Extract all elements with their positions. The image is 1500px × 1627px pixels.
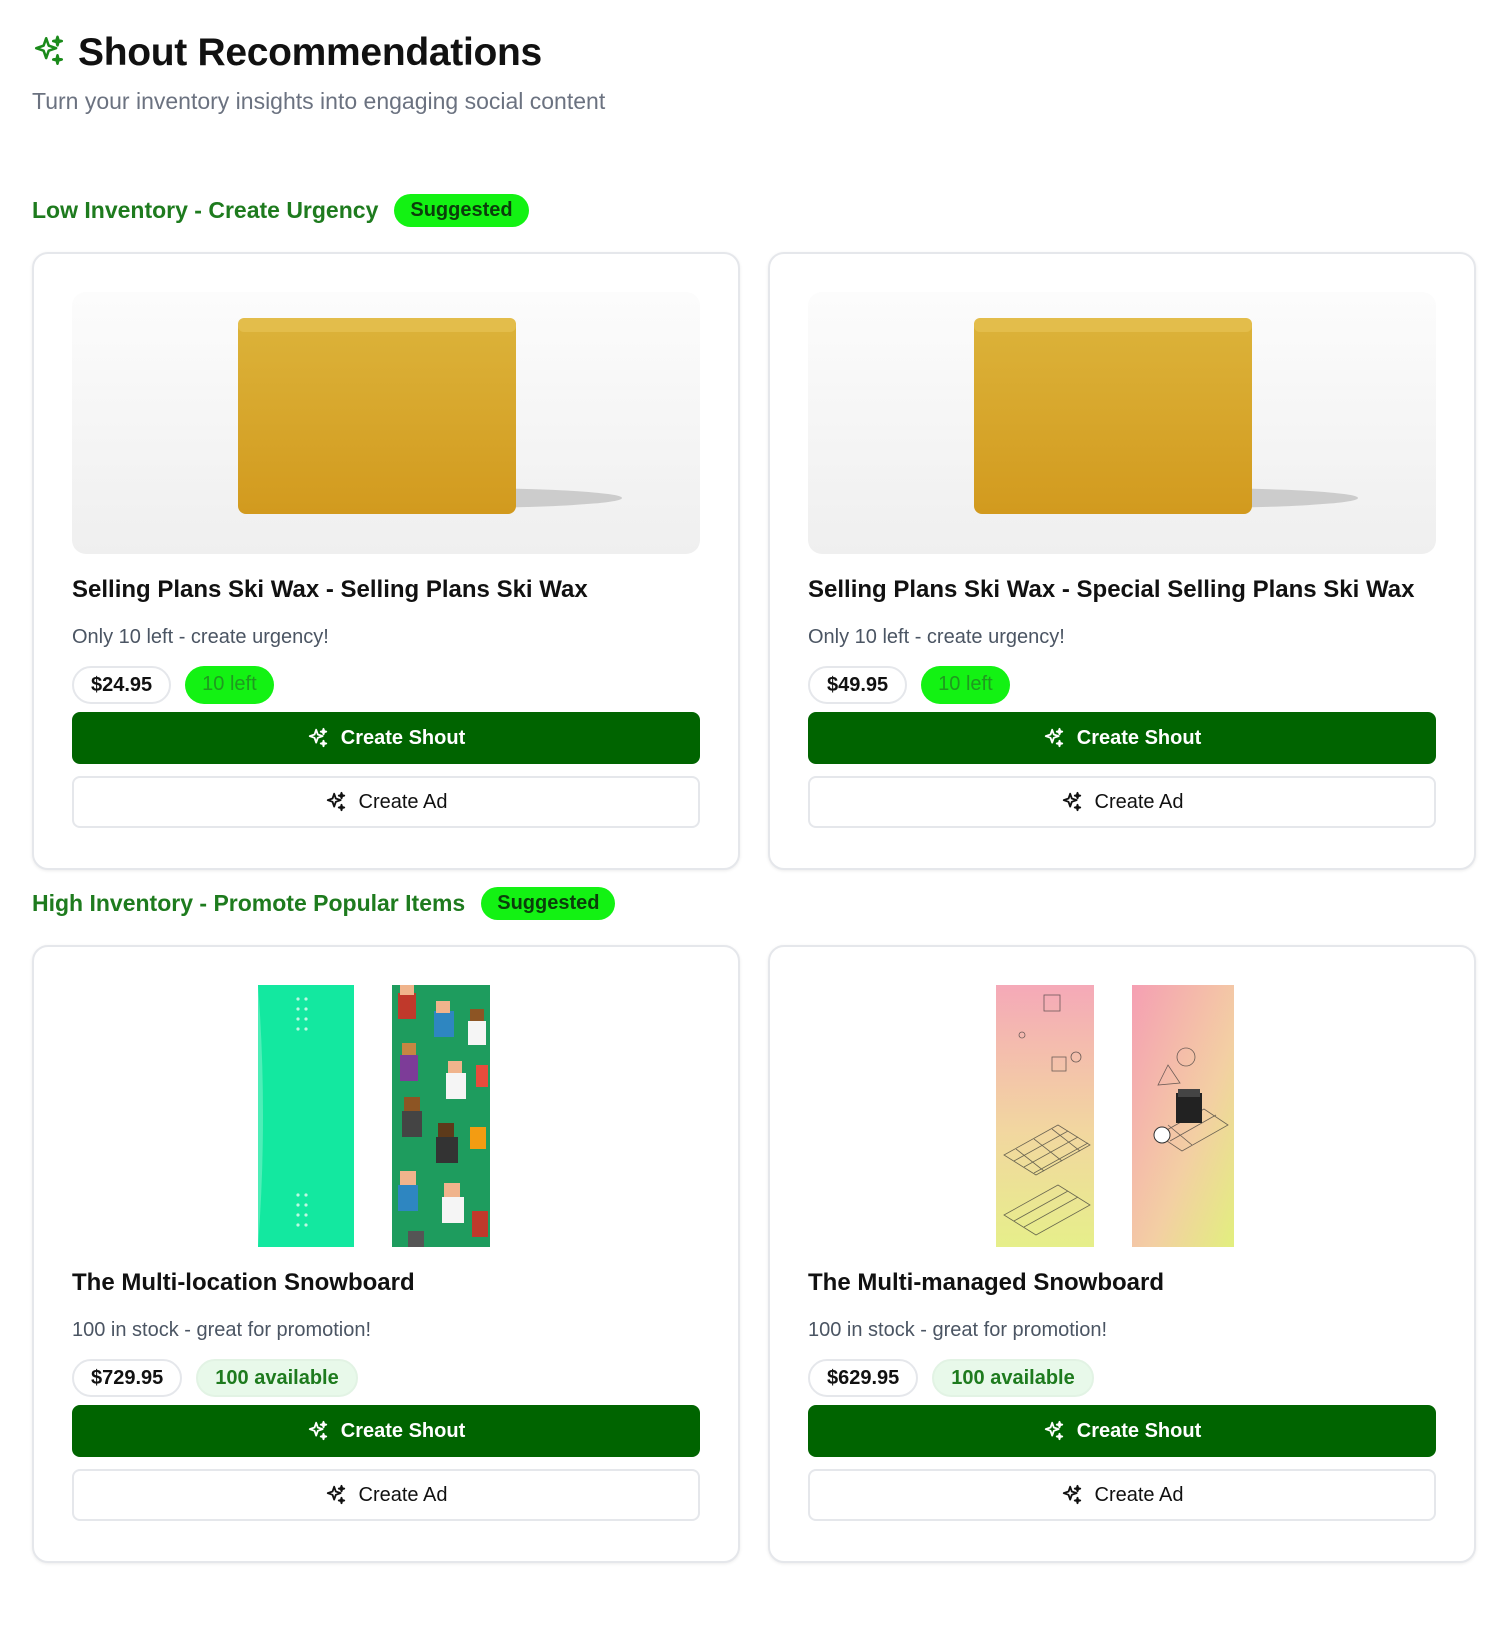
create-shout-label: Create Shout — [340, 1419, 466, 1442]
section-title: Low Inventory - Create Urgency — [32, 196, 379, 223]
ski-wax-bar-image — [72, 292, 700, 554]
create-ad-label: Create Ad — [358, 1483, 448, 1506]
product-meta: $629.95 100 available — [808, 1359, 1094, 1397]
product-card: Selling Plans Ski Wax - Selling Plans Sk… — [32, 252, 740, 870]
sparkle-icon — [1044, 1420, 1063, 1441]
product-meta: $24.95 10 left — [72, 666, 274, 704]
page-title: Shout Recommendations — [78, 31, 542, 74]
product-description: 100 in stock - great for promotion! — [808, 1319, 1108, 1341]
sparkle-icon — [326, 791, 345, 812]
create-shout-label: Create Shout — [1076, 726, 1202, 749]
section-high-inventory-header: High Inventory - Promote Popular Items S… — [32, 885, 616, 921]
title-row: Shout Recommendations — [32, 28, 1432, 78]
sparkle-icon — [1062, 1484, 1081, 1505]
create-ad-label: Create Ad — [1094, 1483, 1184, 1506]
stock-badge: 10 left — [185, 666, 274, 704]
product-description: Only 10 left - create urgency! — [808, 626, 1065, 648]
sparkle-icon — [32, 34, 66, 73]
sparkle-icon — [326, 1484, 345, 1505]
product-card: The Multi-managed Snowboard 100 in stock… — [768, 945, 1476, 1563]
product-name: Selling Plans Ski Wax - Special Selling … — [808, 576, 1415, 603]
price-pill: $629.95 — [808, 1359, 919, 1397]
snowboard-green-pixel-image — [72, 985, 700, 1247]
price-pill: $729.95 — [72, 1359, 183, 1397]
create-shout-button[interactable]: Create Shout — [72, 712, 700, 764]
product-description: 100 in stock - great for promotion! — [72, 1319, 372, 1341]
product-name: Selling Plans Ski Wax - Selling Plans Sk… — [72, 576, 588, 603]
page-subtitle: Turn your inventory insights into engagi… — [32, 88, 606, 114]
product-card: The Multi-location Snowboard 100 in stoc… — [32, 945, 740, 1563]
create-shout-label: Create Shout — [1076, 1419, 1202, 1442]
product-card: Selling Plans Ski Wax - Special Selling … — [768, 252, 1476, 870]
suggested-badge: Suggested — [481, 886, 616, 920]
product-name: The Multi-managed Snowboard — [808, 1269, 1165, 1296]
product-description: Only 10 left - create urgency! — [72, 626, 329, 648]
product-meta: $49.95 10 left — [808, 666, 1010, 704]
create-ad-button[interactable]: Create Ad — [808, 1469, 1436, 1521]
create-shout-button[interactable]: Create Shout — [72, 1405, 700, 1457]
snowboard-pink-gradient-image — [808, 985, 1436, 1247]
create-shout-label: Create Shout — [340, 726, 466, 749]
sparkle-icon — [308, 727, 327, 748]
section-low-inventory-header: Low Inventory - Create Urgency Suggested — [32, 192, 529, 228]
product-name: The Multi-location Snowboard — [72, 1269, 415, 1296]
stock-badge: 100 available — [932, 1359, 1094, 1397]
page-header: Shout Recommendations Turn your inventor… — [32, 28, 1432, 115]
create-shout-button[interactable]: Create Shout — [808, 712, 1436, 764]
sparkle-icon — [1062, 791, 1081, 812]
stock-badge: 100 available — [196, 1359, 358, 1397]
create-ad-label: Create Ad — [358, 790, 448, 813]
create-ad-button[interactable]: Create Ad — [808, 776, 1436, 828]
create-shout-button[interactable]: Create Shout — [808, 1405, 1436, 1457]
ski-wax-bar-image — [808, 292, 1436, 554]
sparkle-icon — [1044, 727, 1063, 748]
suggested-badge: Suggested — [394, 193, 529, 227]
price-pill: $24.95 — [72, 666, 172, 704]
create-ad-button[interactable]: Create Ad — [72, 776, 700, 828]
price-pill: $49.95 — [808, 666, 908, 704]
create-ad-button[interactable]: Create Ad — [72, 1469, 700, 1521]
create-ad-label: Create Ad — [1094, 790, 1184, 813]
stock-badge: 10 left — [921, 666, 1010, 704]
product-meta: $729.95 100 available — [72, 1359, 358, 1397]
sparkle-icon — [308, 1420, 327, 1441]
section-title: High Inventory - Promote Popular Items — [32, 889, 466, 916]
